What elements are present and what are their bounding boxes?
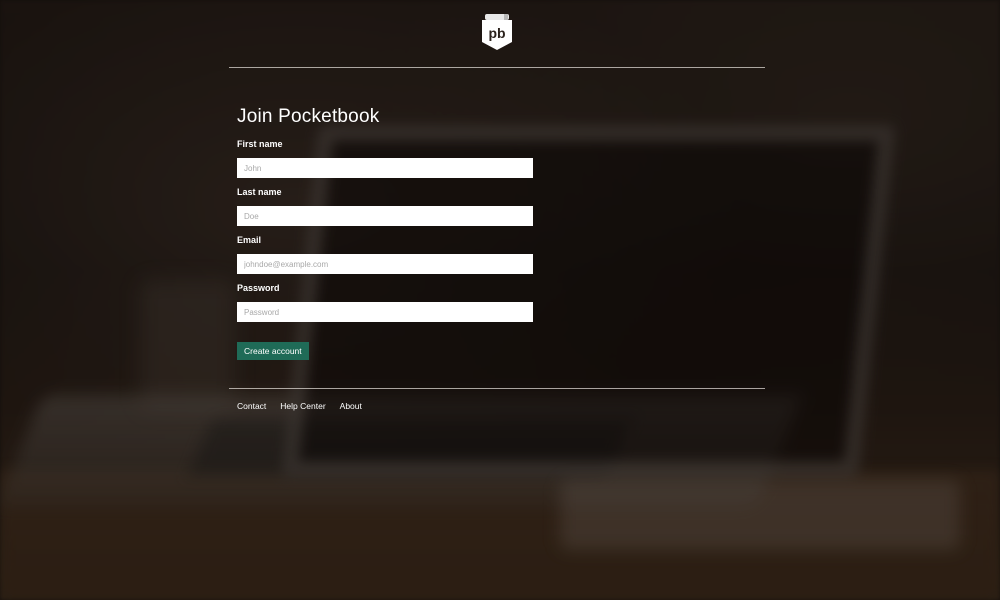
- email-input[interactable]: [237, 254, 533, 274]
- footer-link-about[interactable]: About: [340, 401, 362, 411]
- page-title: Join Pocketbook: [237, 106, 380, 127]
- logo-text: pb: [488, 25, 505, 41]
- footer-divider: [229, 388, 765, 389]
- password-label: Password: [237, 283, 280, 293]
- first-name-label: First name: [237, 139, 283, 149]
- create-account-button[interactable]: Create account: [237, 342, 309, 360]
- last-name-input[interactable]: [237, 206, 533, 226]
- footer-link-help-center[interactable]: Help Center: [280, 401, 325, 411]
- email-label: Email: [237, 235, 262, 245]
- password-input[interactable]: [237, 302, 533, 322]
- first-name-input[interactable]: [237, 158, 533, 178]
- page: pb Join Pocketbook First name Last name …: [0, 0, 1000, 600]
- pocketbook-logo-icon[interactable]: pb: [482, 14, 512, 50]
- header-divider: [229, 67, 765, 68]
- last-name-label: Last name: [237, 187, 282, 197]
- footer-nav: Contact Help Center About: [237, 401, 362, 411]
- footer-link-contact[interactable]: Contact: [237, 401, 266, 411]
- signup-container: pb Join Pocketbook First name Last name …: [0, 0, 1000, 600]
